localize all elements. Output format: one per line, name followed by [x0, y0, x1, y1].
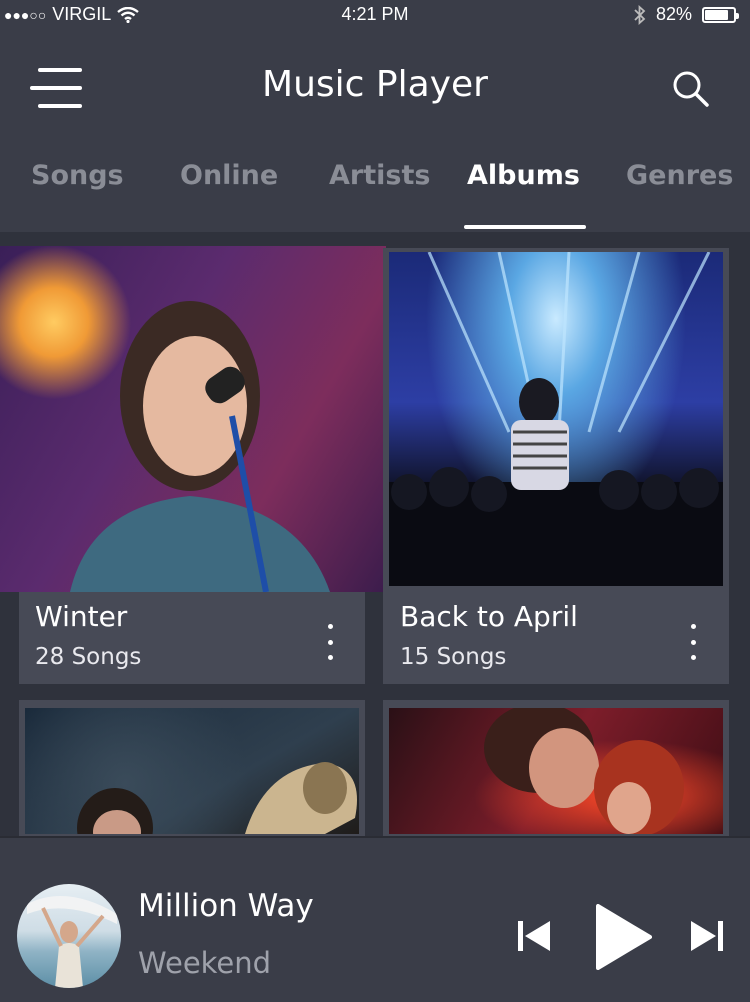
beach-illustration: [27, 896, 117, 988]
active-tab-indicator: [464, 225, 586, 229]
couple-illustration: [484, 708, 684, 834]
play-icon[interactable]: [594, 904, 652, 970]
page-title: Music Player: [262, 64, 488, 105]
tab-genres[interactable]: Genres: [626, 160, 733, 191]
status-right: 82%: [634, 4, 739, 25]
bluetooth-icon: [634, 4, 646, 25]
more-options-icon[interactable]: [685, 624, 701, 660]
now-playing-cover-woman-on-beach-photo[interactable]: [17, 884, 121, 988]
tab-online[interactable]: Online: [180, 160, 278, 191]
album-cover-couple-with-microphone-photo[interactable]: [389, 708, 723, 834]
battery-level: [705, 9, 728, 20]
now-playing-artist: Weekend: [138, 946, 272, 980]
gramophone-illustration: [77, 762, 357, 834]
album-grid: Winter 28 Songs Back to April 15 Songs: [0, 232, 750, 842]
album-cover-singer-at-microphone-photo[interactable]: [0, 246, 386, 592]
now-playing-title: Million Way: [138, 888, 314, 924]
tab-songs[interactable]: Songs: [31, 160, 124, 191]
album-cover-woman-with-gramophone-photo[interactable]: [25, 708, 359, 834]
battery-percent: 82%: [655, 4, 692, 24]
search-icon[interactable]: [672, 70, 710, 108]
status-bar: ●●●○○ VIRGIL 4:21 PM 82%: [0, 0, 750, 30]
now-playing-bar[interactable]: Million Way Weekend: [0, 836, 750, 1002]
app-header: Music Player: [0, 30, 750, 140]
tab-artists[interactable]: Artists: [329, 160, 430, 191]
next-icon[interactable]: [689, 918, 725, 954]
album-cover-concert-crowd-lights-photo[interactable]: [389, 252, 723, 586]
album-title: Winter: [35, 600, 128, 633]
album-title: Back to April: [400, 600, 578, 633]
concert-illustration: [389, 252, 723, 586]
battery-tip: [736, 12, 739, 19]
more-options-icon[interactable]: [322, 624, 338, 660]
battery-icon: [702, 6, 739, 23]
tab-albums[interactable]: Albums: [467, 160, 580, 191]
album-song-count: 28 Songs: [35, 644, 142, 670]
singer-illustration: [70, 301, 330, 592]
album-song-count: 15 Songs: [400, 644, 507, 670]
previous-icon[interactable]: [516, 918, 552, 954]
category-tabs: Songs Online Artists Albums Genres: [0, 140, 750, 232]
